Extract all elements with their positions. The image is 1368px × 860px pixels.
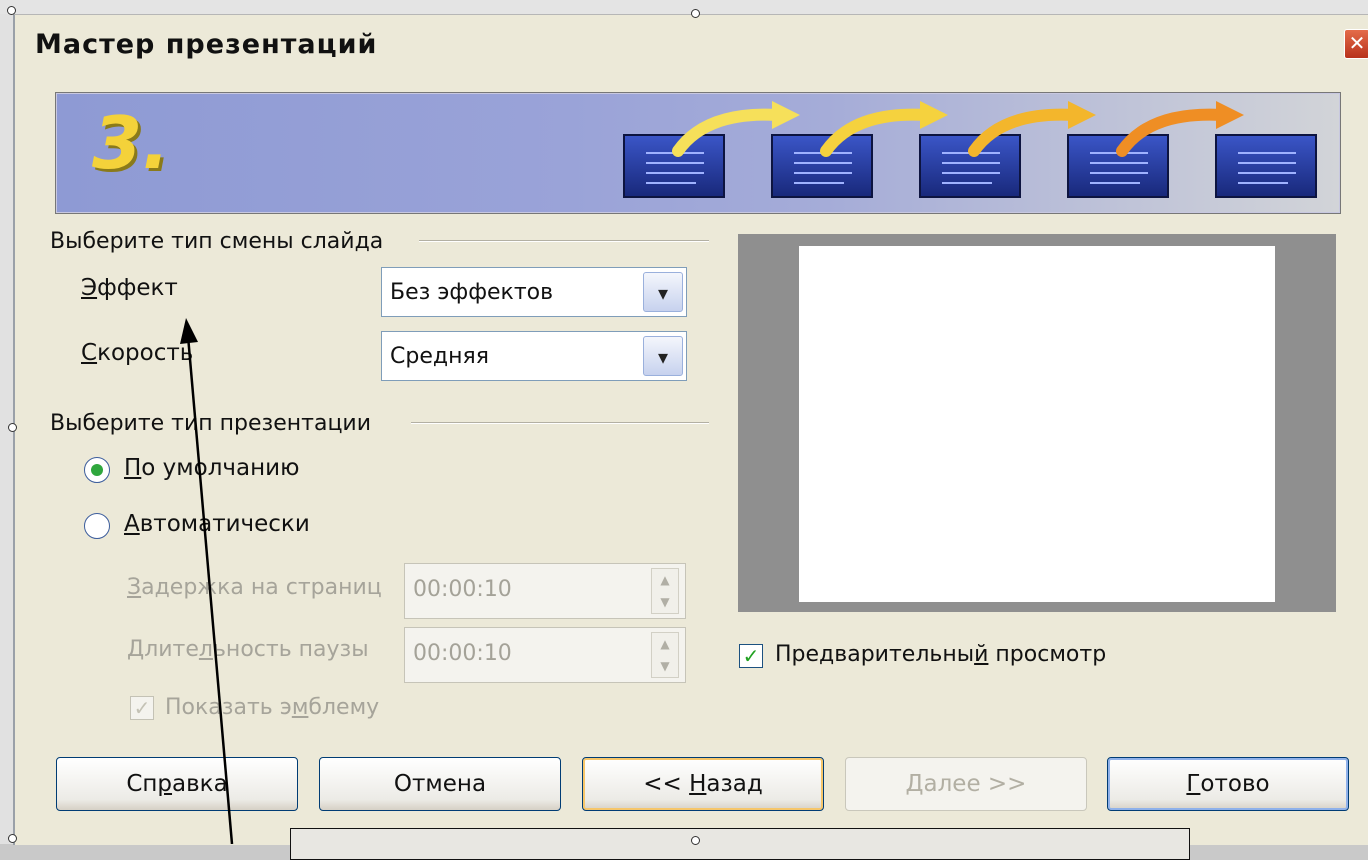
selection-handle[interactable] (691, 9, 700, 18)
effect-select[interactable]: Без эффектов ▾ (381, 267, 687, 317)
radio-default[interactable]: По умолчанию (84, 455, 384, 489)
radio-automatic-label: Автоматически (124, 511, 310, 537)
back-button[interactable]: << Назад (582, 757, 824, 811)
finish-button[interactable]: Готово (1107, 757, 1349, 811)
close-button[interactable]: ✕ (1344, 29, 1368, 59)
slide-preview-canvas (799, 246, 1275, 602)
effect-label: Эффект (81, 275, 178, 301)
chevron-down-icon[interactable]: ▾ (643, 336, 683, 376)
preview-label: Предварительный просмотр (775, 642, 1107, 667)
selection-handle[interactable] (8, 834, 17, 843)
pause-spinbox[interactable]: 00:00:10 ▲ ▼ (404, 627, 686, 683)
slide-icon (623, 134, 725, 198)
spin-buttons[interactable]: ▲ ▼ (651, 632, 679, 678)
presentation-section-label: Выберите тип презентации (50, 411, 372, 436)
slide-preview (738, 234, 1336, 612)
help-button[interactable]: Справка (56, 757, 298, 811)
selection-handle[interactable] (7, 6, 16, 15)
spin-down-icon[interactable]: ▼ (652, 655, 678, 677)
preview-checkbox[interactable]: ✓ (739, 644, 763, 668)
chevron-down-icon[interactable]: ▾ (643, 272, 683, 312)
radio-button-checked[interactable] (84, 457, 110, 483)
spin-up-icon[interactable]: ▲ (652, 633, 678, 655)
selection-handle[interactable] (8, 423, 17, 432)
slide-icon (919, 134, 1021, 198)
spin-buttons[interactable]: ▲ ▼ (651, 568, 679, 614)
show-logo-checkbox[interactable]: ✓ (130, 696, 154, 720)
transition-section-label: Выберите тип смены слайда (50, 229, 384, 254)
next-button[interactable]: Далее >> (845, 757, 1087, 811)
slide-steps-illustration (623, 101, 1317, 198)
cancel-button[interactable]: Отмена (319, 757, 561, 811)
annotation-box (290, 828, 1190, 860)
spin-up-icon[interactable]: ▲ (652, 569, 678, 591)
spin-down-icon[interactable]: ▼ (652, 591, 678, 613)
section-separator (411, 422, 709, 424)
radio-automatic[interactable]: Автоматически (84, 511, 384, 545)
speed-label: Скорость (81, 340, 194, 366)
section-separator (419, 240, 709, 242)
titlebar[interactable]: Мастер презентаций ✕ (15, 15, 1368, 77)
top-strip (0, 0, 1368, 14)
slide-icon (771, 134, 873, 198)
delay-spinbox[interactable]: 00:00:10 ▲ ▼ (404, 563, 686, 619)
slide-icon (1215, 134, 1317, 198)
speed-select[interactable]: Средняя ▾ (381, 331, 687, 381)
delay-label: Задержка на страниц (127, 575, 382, 600)
delay-value: 00:00:10 (413, 577, 512, 602)
speed-select-value: Средняя (390, 344, 489, 369)
window-title: Мастер презентаций (35, 29, 378, 60)
show-logo-label: Показать эмблему (165, 695, 380, 720)
pause-value: 00:00:10 (413, 641, 512, 666)
presentation-wizard-dialog: Мастер презентаций ✕ 3. Выберите тип сме… (13, 14, 1368, 845)
close-icon: ✕ (1348, 31, 1366, 55)
radio-button[interactable] (84, 513, 110, 539)
slide-icon (1067, 134, 1169, 198)
wizard-step-banner: 3. (55, 92, 1341, 214)
effect-select-value: Без эффектов (390, 280, 554, 305)
pause-label: Длительность паузы (127, 637, 369, 662)
radio-default-label: По умолчанию (124, 455, 300, 481)
